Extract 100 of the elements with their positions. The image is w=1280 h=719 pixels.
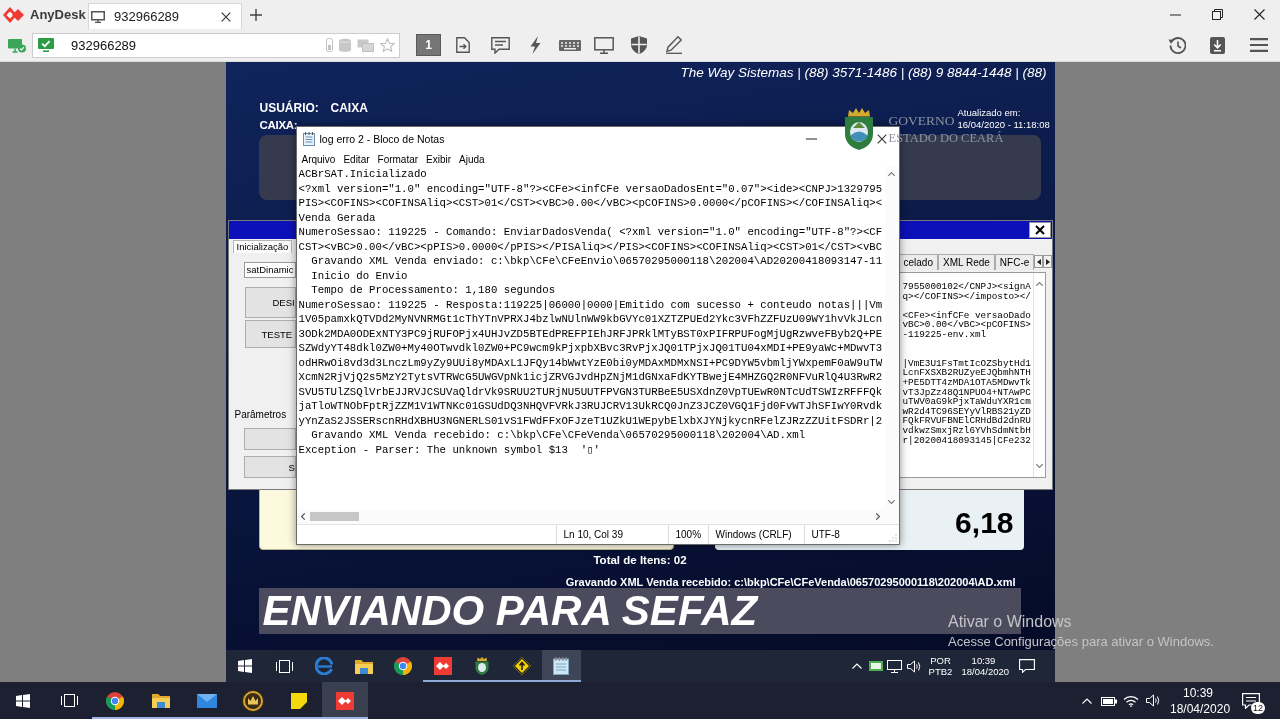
scroll-down-icon[interactable] [1035, 464, 1043, 468]
tab[interactable]: Inicialização [232, 240, 293, 253]
menu-icon[interactable] [1249, 38, 1268, 52]
lightning-icon[interactable] [529, 36, 541, 54]
item-count: Total de Itens: 02 [593, 553, 687, 567]
user-label: USUÁRIO: [259, 101, 320, 115]
taskbar-button[interactable] [322, 682, 368, 719]
file-transfer-icon[interactable] [456, 37, 470, 53]
diamond-sign-icon [512, 657, 531, 675]
start-icon[interactable] [238, 659, 253, 673]
notepad-icon [553, 657, 570, 675]
diamond-tile-icon [433, 657, 452, 675]
start-icon[interactable] [16, 693, 30, 708]
scroll-down-icon[interactable] [888, 500, 895, 504]
notification-count: 12 [1251, 702, 1265, 714]
download-icon[interactable] [1210, 36, 1225, 54]
volume-icon[interactable] [906, 659, 921, 673]
close-button[interactable] [1028, 222, 1051, 238]
tab[interactable]: NFC-e [994, 254, 1035, 270]
log-line: jaTloWTNObFptRjZZM1V1WTNKc01GSUdDQ3NHQVFVRkJ3RUJCRV13UkRCQ0JnZ3JCZ0VGQ1Fjd0FvWTJhSFIwY0Rvdk [298, 399, 883, 414]
tab[interactable]: celado [898, 254, 938, 270]
status-text: Ln 10, Col 39 [563, 529, 623, 540]
volume-icon[interactable] [1146, 694, 1160, 707]
dropdown-field[interactable]: satDinamic [243, 262, 296, 278]
display-button[interactable]: 1 [416, 34, 441, 56]
menu-item[interactable]: Ajuda [459, 153, 485, 165]
chevron-up-icon[interactable] [1082, 697, 1092, 704]
language-indicator[interactable]: POR PTB2 [926, 655, 955, 677]
scroll-up-icon[interactable] [1035, 282, 1043, 286]
resize-grip-icon[interactable] [888, 534, 897, 542]
log-line: SVU5TUlZSQlVrbEJJRVJCSUVaQldrVk9SRUU2TURjNU5UUTFPVGN3TURBeE5USXdnZ0VpTUEwR0NTcUdTSWIzRFFFQk [298, 384, 883, 399]
scroll-left-icon[interactable] [301, 513, 305, 520]
sticky-note-icon [291, 692, 307, 709]
pen-icon[interactable] [665, 36, 682, 54]
screen-check-icon [38, 38, 54, 52]
log-line: PIS><COFINS><COFINSAliq><CST>01</CST><vBC>0.00</vBC><pCOFINS>0.0000</pCOFINS></COFINSAliq>< [298, 196, 883, 211]
tab-scroll-button[interactable] [1043, 255, 1053, 268]
segmented-circle-icon [394, 657, 413, 675]
log-line: ACBrSAT.Inicializado [298, 167, 427, 182]
menu-item[interactable]: Exibir [426, 153, 452, 165]
chat-icon[interactable] [490, 36, 510, 54]
action-button[interactable]: S [243, 456, 296, 478]
scroll-up-icon[interactable] [888, 172, 895, 176]
register-label: CAIXA: [259, 118, 298, 132]
menu-item[interactable]: Editar [343, 153, 370, 165]
star-icon[interactable] [380, 38, 395, 52]
log-line: NumeroSessao: 119225 - Comando: EnviarDadosVenda( <?xml version="1.0" encoding="UTF-8"?><CF [298, 225, 883, 240]
menu-item[interactable]: Arquivo [301, 153, 336, 165]
session-tab[interactable]: 932966289 [88, 3, 242, 29]
tab[interactable]: XML Rede [937, 254, 995, 270]
close-icon[interactable] [221, 11, 231, 22]
log-line: Tempo de Processamento: 1,180 segundos [310, 283, 556, 298]
close-icon[interactable] [876, 134, 887, 144]
log-text-area[interactable] [898, 272, 1046, 478]
contact-info: The Way Sistemas | (88) 3571-1486 | (88) 9 8844-1448 | (88) [680, 65, 1047, 80]
restore-icon[interactable] [1211, 9, 1223, 20]
log-line: Exception - Parser: The unknown symbol $13 '▯' [298, 442, 600, 457]
chevron-up-icon[interactable] [851, 663, 862, 669]
status-text: UTF-8 [811, 529, 840, 540]
monitor-icon[interactable] [594, 36, 615, 54]
status-message: Gravando XML Venda recebido: c:\bkp\CFe\CFeVenda\06570295000118\202004\AD.xml [565, 576, 1016, 588]
app-name: AnyDesk [30, 7, 86, 22]
coat-of-arms-icon [843, 108, 874, 150]
diamond-tile-icon [336, 691, 354, 710]
crown-badge-icon [242, 689, 264, 712]
log-line: Venda Gerada [298, 210, 376, 225]
notepad-icon [302, 132, 315, 146]
close-icon[interactable] [1253, 9, 1265, 20]
log-line: Gravando XML Venda enviado: c:\bkp\CFe\CFeEnvio\06570295000118\202004\AD20200418093147-11 [310, 254, 883, 269]
log-line: NumeroSessao: 119225 - Resposta:119225|06000|0000|Emitido com sucesso + conteudo notas|||Vm [298, 297, 883, 312]
wifi-icon[interactable] [1123, 694, 1139, 707]
banner-text: ENVIANDO PARA SEFAZ [261, 588, 758, 634]
user-value: CAIXA [330, 101, 368, 115]
battery-icon[interactable] [1101, 695, 1117, 706]
monitor-icon[interactable] [887, 659, 902, 673]
folder-icon [152, 693, 170, 708]
address-field[interactable]: 932966289 [32, 32, 400, 58]
notification-icon[interactable] [1018, 659, 1035, 673]
toggle-icon[interactable] [326, 38, 333, 52]
scroll-thumb[interactable] [309, 512, 359, 521]
minimize-icon[interactable] [1169, 13, 1181, 16]
shield-icon[interactable] [631, 36, 648, 54]
history-icon[interactable] [1167, 36, 1186, 54]
taskbar-button[interactable] [541, 650, 581, 682]
monitor-check-icon[interactable] [8, 37, 26, 53]
minimize-icon[interactable] [805, 138, 817, 140]
keyboard-icon[interactable] [558, 39, 581, 51]
action-button[interactable]: DESI [244, 287, 296, 318]
window-tile-icon[interactable] [868, 660, 883, 672]
total-value: 6,18 [955, 508, 1014, 538]
task-view-icon[interactable] [276, 659, 294, 673]
plus-icon[interactable] [250, 8, 262, 21]
scroll-right-icon[interactable] [876, 513, 880, 520]
swirl-logo-icon [315, 657, 334, 675]
task-view-icon[interactable] [60, 694, 78, 707]
action-button[interactable]: TESTE [244, 320, 296, 348]
status-text: 100% [675, 529, 702, 540]
updated-time: 16/04/2020 - 11:18:08 [957, 119, 1050, 131]
section-label: Parâmetros [234, 409, 287, 421]
menu-item[interactable]: Formatar [377, 153, 419, 165]
